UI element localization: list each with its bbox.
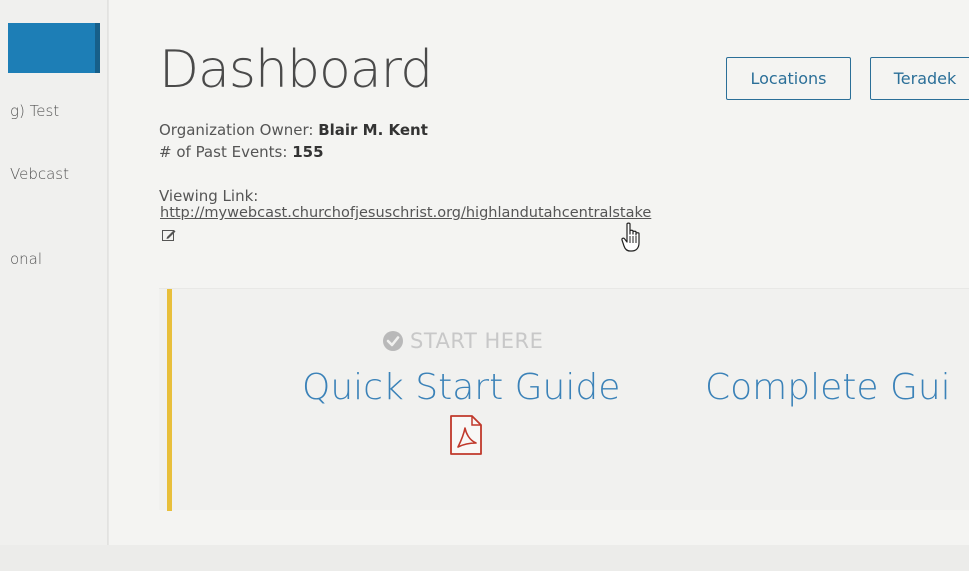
viewing-link-label: Viewing Link: — [159, 187, 259, 205]
check-circle-icon — [383, 331, 403, 351]
past-events-label: # of Past Events: — [159, 143, 293, 161]
sidebar: g) Test Vebcast onal — [0, 0, 108, 571]
teradek-button[interactable]: Teradek — [870, 57, 969, 100]
quick-start-guide-link[interactable]: Quick Start Guide — [302, 367, 620, 408]
panel-accent-bar — [167, 289, 172, 511]
hand-pointer-icon — [621, 222, 640, 252]
pdf-icon[interactable] — [449, 415, 483, 455]
organization-owner: Organization Owner: Blair M. Kent — [159, 121, 428, 139]
sidebar-item-test[interactable]: g) Test — [10, 102, 59, 120]
start-here-text: START HERE — [410, 329, 544, 353]
viewing-link[interactable]: http://mywebcast.churchofjesuschrist.org… — [160, 205, 651, 221]
locations-button[interactable]: Locations — [726, 57, 851, 100]
start-here-label: START HERE — [382, 329, 543, 353]
sidebar-item-webcast[interactable]: Vebcast — [10, 165, 69, 183]
edit-icon[interactable] — [162, 229, 176, 241]
past-events: # of Past Events: 155 — [159, 143, 324, 161]
complete-guide-link[interactable]: Complete Gui — [705, 367, 951, 408]
start-panel: START HERE Quick Start Guide Complete Gu… — [159, 288, 969, 511]
owner-label: Organization Owner: — [159, 121, 319, 139]
bottom-edge — [0, 545, 969, 571]
main-content: Dashboard Locations Teradek Organization… — [109, 0, 969, 571]
sidebar-item-optional[interactable]: onal — [10, 250, 42, 268]
sidebar-active-item[interactable] — [8, 23, 100, 73]
page-title: Dashboard — [159, 40, 433, 100]
owner-value: Blair M. Kent — [318, 121, 428, 139]
past-events-value: 155 — [292, 143, 324, 161]
